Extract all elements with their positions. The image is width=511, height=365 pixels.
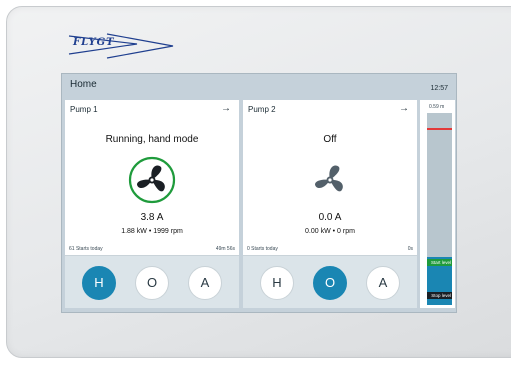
level-panel[interactable]: 0.59 m Start level Stop level [420, 100, 455, 308]
fan-icon [315, 165, 343, 192]
clock: 12:57 [430, 85, 448, 92]
logo-text: FLYGT [73, 37, 115, 48]
pump-current: 3.8 A [140, 212, 164, 223]
runtime: 0s [407, 246, 413, 252]
starts-today: 0 Starts today [247, 246, 278, 252]
pump-status: Running, hand mode [105, 134, 199, 145]
alarm-level-line [427, 128, 452, 130]
arrow-right-icon[interactable]: → [399, 103, 409, 114]
pump-current: 0.0 A [318, 212, 342, 223]
hmi-screen: Home 12:57 Pump 1 → Running, hand mode 3… [61, 73, 457, 313]
mode-selector: H O A [243, 255, 417, 308]
start-level-marker: Start level [427, 259, 452, 266]
off-mode-button[interactable]: O [135, 266, 169, 300]
pump-status: Off [323, 134, 337, 145]
pump-1-card[interactable]: Pump 1 → Running, hand mode 3.8 A 1.88 k… [65, 100, 239, 308]
flygt-logo: FLYGT [67, 32, 177, 60]
fan-icon [128, 156, 176, 204]
level-gauge: Start level Stop level [427, 113, 452, 305]
auto-mode-button[interactable]: A [366, 266, 400, 300]
runtime: 49m 56s [215, 246, 235, 252]
off-mode-button[interactable]: O [313, 266, 347, 300]
level-max-label: 0.59 m [429, 104, 445, 110]
stop-level-marker: Stop level [427, 292, 452, 299]
pump-power: 1.88 kW • 1999 rpm [121, 228, 183, 235]
auto-mode-button[interactable]: A [188, 266, 222, 300]
pump-title: Pump 1 [70, 105, 98, 114]
top-bar: Home 12:57 [62, 74, 456, 98]
pump-2-card[interactable]: Pump 2 → Off 0.0 A 0.00 kW • 0 rpm 0 Sta… [243, 100, 417, 308]
hand-mode-button[interactable]: H [260, 266, 294, 300]
pump-title: Pump 2 [248, 105, 276, 114]
starts-today: 61 Starts today [69, 246, 103, 252]
mode-selector: H O A [65, 255, 239, 308]
arrow-right-icon[interactable]: → [221, 103, 231, 114]
hand-mode-button[interactable]: H [82, 266, 116, 300]
pump-power: 0.00 kW • 0 rpm [305, 228, 355, 235]
page-title: Home [70, 79, 97, 90]
